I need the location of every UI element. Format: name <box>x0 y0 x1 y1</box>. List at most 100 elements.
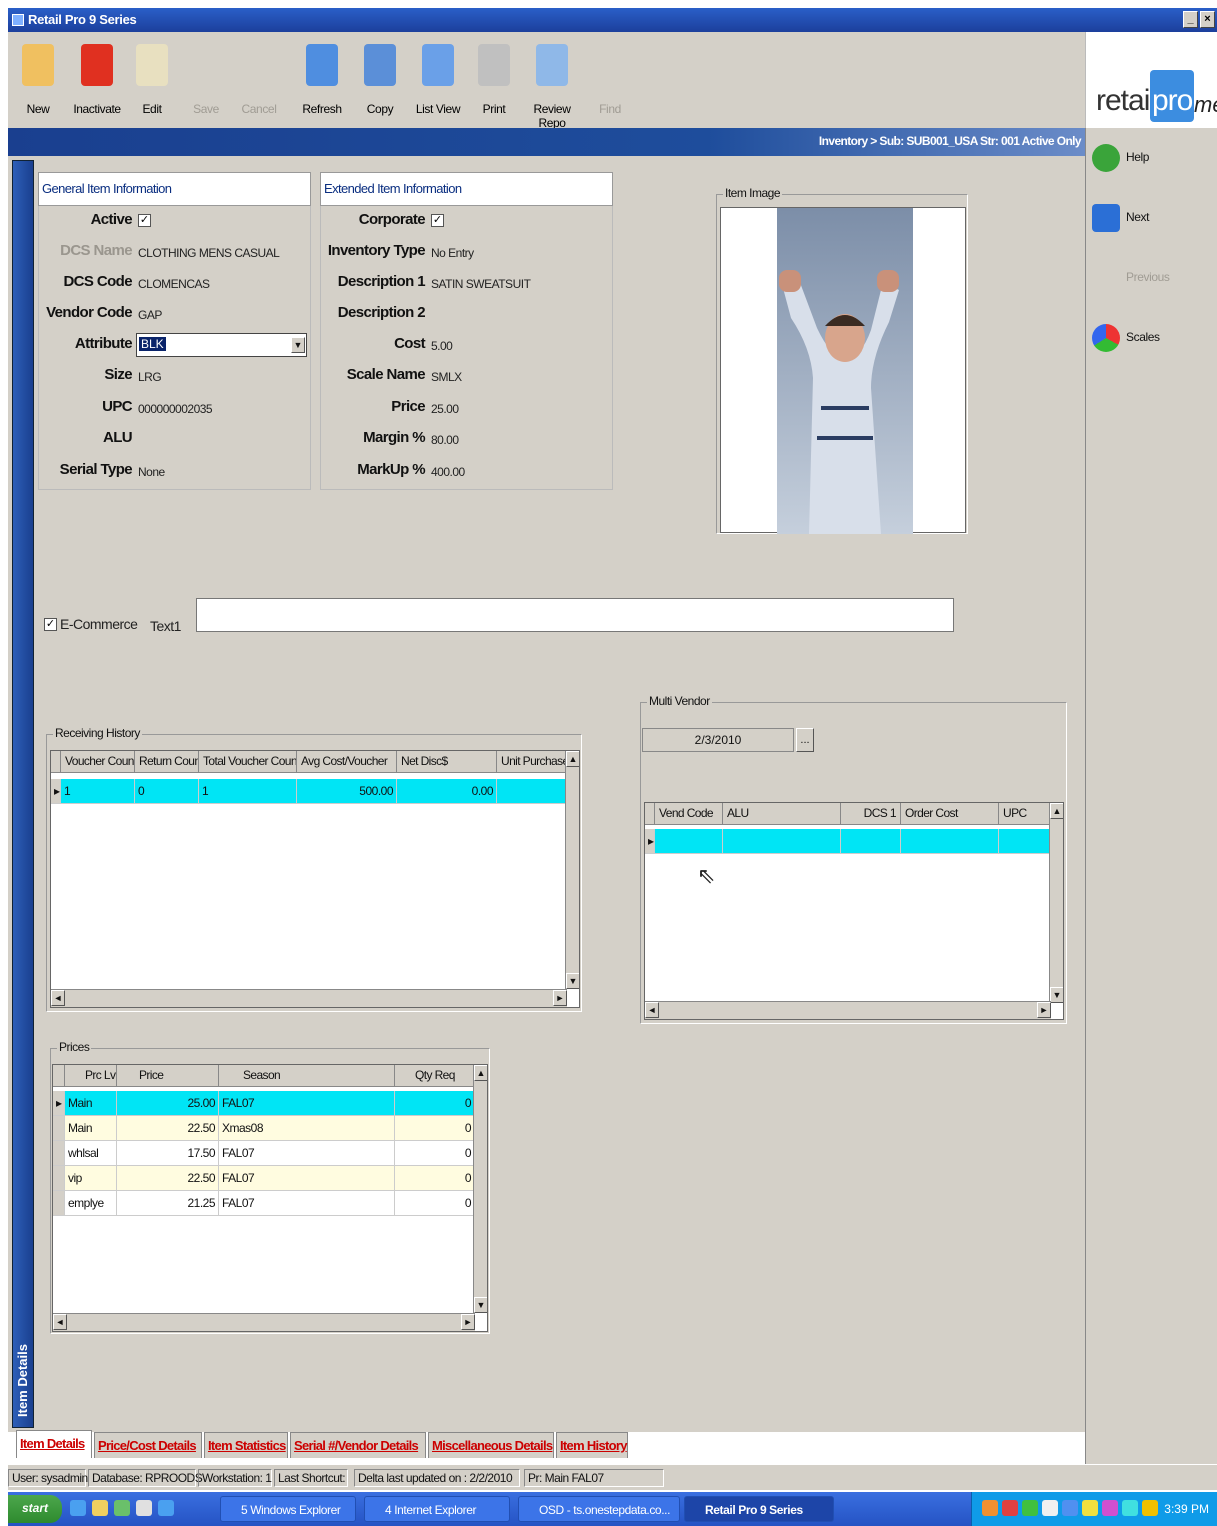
column-header[interactable]: Total Voucher Count <box>199 751 297 773</box>
close-button[interactable]: × <box>1200 11 1215 28</box>
scroll-down-icon[interactable]: ▼ <box>474 1297 487 1313</box>
print-button[interactable]: Print <box>474 38 514 124</box>
vertical-tab-item-details[interactable]: Item Details <box>12 160 34 1428</box>
tray-icon[interactable] <box>1062 1500 1078 1516</box>
table-cell[interactable]: vip <box>65 1166 117 1191</box>
price-value[interactable]: 25.00 <box>431 402 459 416</box>
table-cell[interactable]: 0 <box>395 1166 475 1191</box>
ecommerce-checkbox[interactable]: ✓ <box>44 618 57 631</box>
table-cell[interactable]: 500.00 <box>297 779 397 804</box>
row-selector-icon[interactable]: ▸ <box>645 829 655 854</box>
minimize-button[interactable]: _ <box>1183 11 1198 28</box>
table-cell[interactable]: whlsal <box>65 1141 117 1166</box>
table-cell[interactable] <box>901 829 999 854</box>
table-cell[interactable]: 17.50 <box>117 1141 219 1166</box>
scroll-right-icon[interactable]: ► <box>461 1314 475 1330</box>
scroll-right-icon[interactable]: ► <box>1037 1002 1051 1018</box>
table-cell[interactable]: 0 <box>135 779 199 804</box>
find-button[interactable]: Find <box>592 38 628 124</box>
tab-item-details[interactable]: Item Details <box>16 1430 92 1458</box>
cancel-button[interactable]: Cancel <box>236 38 282 124</box>
tab-serial-vendor-details[interactable]: Serial #/Vendor Details <box>290 1432 426 1458</box>
previous-button[interactable]: Previous <box>1092 260 1202 300</box>
scroll-up-icon[interactable]: ▲ <box>474 1065 487 1081</box>
tab-item-history[interactable]: Item History <box>556 1432 628 1458</box>
save-button[interactable]: Save <box>186 38 226 124</box>
help-button[interactable]: Help <box>1092 140 1202 180</box>
row-selector-icon[interactable]: ▸ <box>51 779 61 804</box>
quicklaunch-folder-icon[interactable] <box>92 1500 108 1516</box>
quicklaunch-browser-icon[interactable] <box>158 1500 174 1516</box>
table-cell[interactable]: 0.00 <box>397 779 497 804</box>
quicklaunch-desktop-icon[interactable] <box>136 1500 152 1516</box>
dcs-code-value[interactable]: CLOMENCAS <box>138 277 210 291</box>
table-row[interactable]: Main 22.50 Xmas08 0 <box>53 1116 475 1141</box>
scroll-up-icon[interactable]: ▲ <box>566 751 579 767</box>
taskbar-windows-explorer[interactable]: 5 Windows Explorer <box>220 1496 356 1522</box>
tray-icon[interactable] <box>1122 1500 1138 1516</box>
table-cell[interactable] <box>999 829 1051 854</box>
table-cell[interactable]: 21.25 <box>117 1191 219 1216</box>
column-header[interactable]: Order Cost <box>901 803 999 825</box>
tray-icon[interactable] <box>1102 1500 1118 1516</box>
margin-value[interactable]: 80.00 <box>431 433 459 447</box>
vertical-scrollbar[interactable]: ▲ ▼ <box>1049 803 1063 1003</box>
row-selector-icon[interactable]: ▸ <box>53 1091 65 1116</box>
tab-item-statistics[interactable]: Item Statistics <box>204 1432 288 1458</box>
vertical-scrollbar[interactable]: ▲ ▼ <box>473 1065 487 1313</box>
table-cell[interactable] <box>841 829 901 854</box>
column-header[interactable]: Voucher Count <box>61 751 135 773</box>
table-cell[interactable]: 0 <box>395 1141 475 1166</box>
table-row[interactable]: vip 22.50 FAL07 0 <box>53 1166 475 1191</box>
scroll-left-icon[interactable]: ◄ <box>51 990 65 1006</box>
scroll-left-icon[interactable]: ◄ <box>53 1314 67 1330</box>
table-cell[interactable]: Main <box>65 1091 117 1116</box>
taskbar-internet-explorer[interactable]: 4 Internet Explorer <box>364 1496 510 1522</box>
new-button[interactable]: New <box>14 38 62 124</box>
tray-icon[interactable] <box>1042 1500 1058 1516</box>
table-cell[interactable]: FAL07 <box>219 1141 395 1166</box>
scroll-down-icon[interactable]: ▼ <box>1050 987 1063 1003</box>
attribute-select[interactable]: BLK ▼ <box>136 333 307 357</box>
table-cell[interactable]: 1 <box>199 779 297 804</box>
corporate-checkbox[interactable]: ✓ <box>431 214 444 227</box>
scroll-down-icon[interactable]: ▼ <box>566 973 579 989</box>
inactivate-button[interactable]: Inactivate <box>66 38 128 124</box>
scales-button[interactable]: Scales <box>1092 320 1202 360</box>
start-button[interactable]: start <box>8 1495 62 1523</box>
vertical-scrollbar[interactable]: ▲ ▼ <box>565 751 579 989</box>
upc-value[interactable]: 000000002035 <box>138 402 213 416</box>
horizontal-scrollbar[interactable]: ◄ ► <box>51 989 567 1007</box>
table-row[interactable]: ▸ Main 25.00 FAL07 0 <box>53 1091 475 1116</box>
table-cell[interactable]: Xmas08 <box>219 1116 395 1141</box>
column-header[interactable]: Price <box>117 1065 219 1087</box>
table-cell[interactable]: 25.00 <box>117 1091 219 1116</box>
markup-value[interactable]: 400.00 <box>431 465 465 479</box>
tray-icon[interactable] <box>1142 1500 1158 1516</box>
row-selector-icon[interactable] <box>53 1141 65 1166</box>
table-cell[interactable]: FAL07 <box>219 1166 395 1191</box>
edit-button[interactable]: Edit <box>132 38 172 124</box>
column-header[interactable]: Avg Cost/Voucher <box>297 751 397 773</box>
table-cell[interactable] <box>655 829 723 854</box>
copy-button[interactable]: Copy <box>358 38 402 124</box>
taskbar-osd[interactable]: OSD - ts.onestepdata.co... <box>518 1496 680 1522</box>
column-header[interactable]: Vend Code <box>655 803 723 825</box>
column-header[interactable]: Return Count <box>135 751 199 773</box>
table-cell[interactable]: 22.50 <box>117 1166 219 1191</box>
active-checkbox[interactable]: ✓ <box>138 214 151 227</box>
table-cell[interactable]: 0 <box>395 1191 475 1216</box>
list-view-button[interactable]: List View <box>412 38 464 124</box>
tab-miscellaneous-details[interactable]: Miscellaneous Details <box>428 1432 554 1458</box>
table-cell[interactable]: 1 <box>61 779 135 804</box>
scale-name-value[interactable]: SMLX <box>431 370 462 384</box>
column-header[interactable]: Unit Purchase <box>497 751 567 773</box>
column-header[interactable]: Season <box>219 1065 395 1087</box>
refresh-button[interactable]: Refresh <box>298 38 346 124</box>
description1-value[interactable]: SATIN SWEATSUIT <box>431 277 531 291</box>
table-row[interactable]: ▸ 1 0 1 500.00 0.00 <box>51 779 567 804</box>
inventory-type-value[interactable]: No Entry <box>431 246 474 260</box>
column-header[interactable]: DCS 1 <box>841 803 901 825</box>
row-selector-icon[interactable] <box>53 1116 65 1141</box>
review-report-button[interactable]: Review Repo <box>520 38 584 130</box>
